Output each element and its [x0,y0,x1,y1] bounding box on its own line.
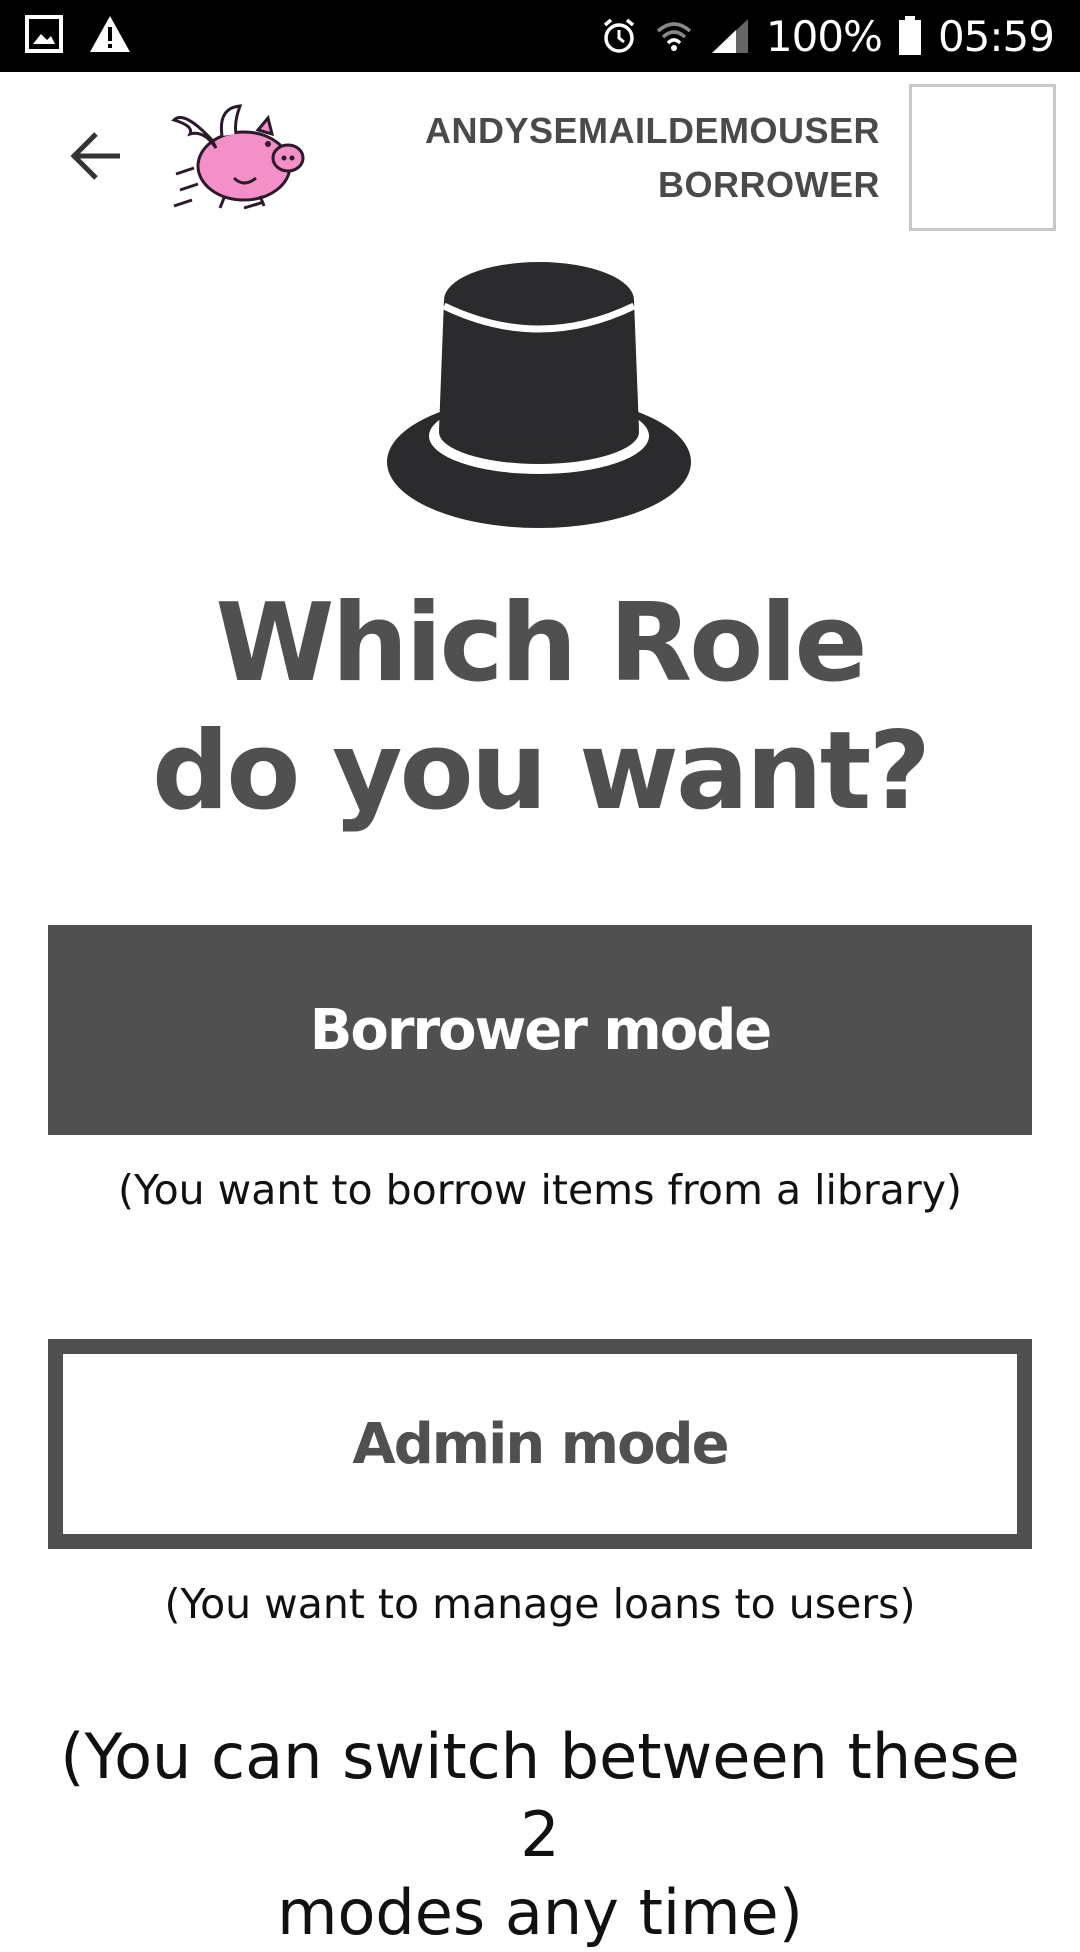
flying-pig-logo [164,100,312,216]
warning-icon [88,14,132,54]
switch-note-line-1: (You can switch between these 2 [60,1720,1020,1871]
wifi-icon [654,17,694,55]
role-label: BORROWER [658,164,880,205]
switch-note-line-2: modes any time) [277,1876,803,1949]
admin-mode-button[interactable]: Admin mode [48,1339,1032,1549]
status-left [24,14,132,54]
borrower-mode-description: (You want to borrow items from a library… [117,1166,963,1214]
user-info: ANDYSEMAILDEMOUSER BORROWER [425,104,880,212]
battery-icon [898,16,922,56]
admin-mode-description: (You want to manage loans to users) [164,1580,916,1628]
page-title: Which Role do you want? [0,580,1080,836]
username-label: ANDYSEMAILDEMOUSER [424,110,880,151]
status-bar: 100% 05:59 [0,0,1080,72]
title-line-2: do you want? [151,709,931,834]
switch-mode-note: (You can switch between these 2 modes an… [40,1718,1040,1952]
avatar[interactable] [909,84,1056,231]
back-button[interactable] [60,122,132,194]
battery-percent: 100% [765,11,883,61]
title-line-1: Which Role [215,581,867,706]
alarm-icon [600,17,638,55]
app-header: ANDYSEMAILDEMOUSER BORROWER [0,72,1080,240]
status-right: 100% 05:59 [600,0,1055,72]
top-hat-icon [386,262,692,530]
borrower-mode-button[interactable]: Borrower mode [48,925,1032,1135]
signal-icon [710,17,750,55]
gallery-icon [24,14,64,54]
clock-time: 05:59 [937,11,1055,61]
back-arrow-icon [68,130,124,187]
